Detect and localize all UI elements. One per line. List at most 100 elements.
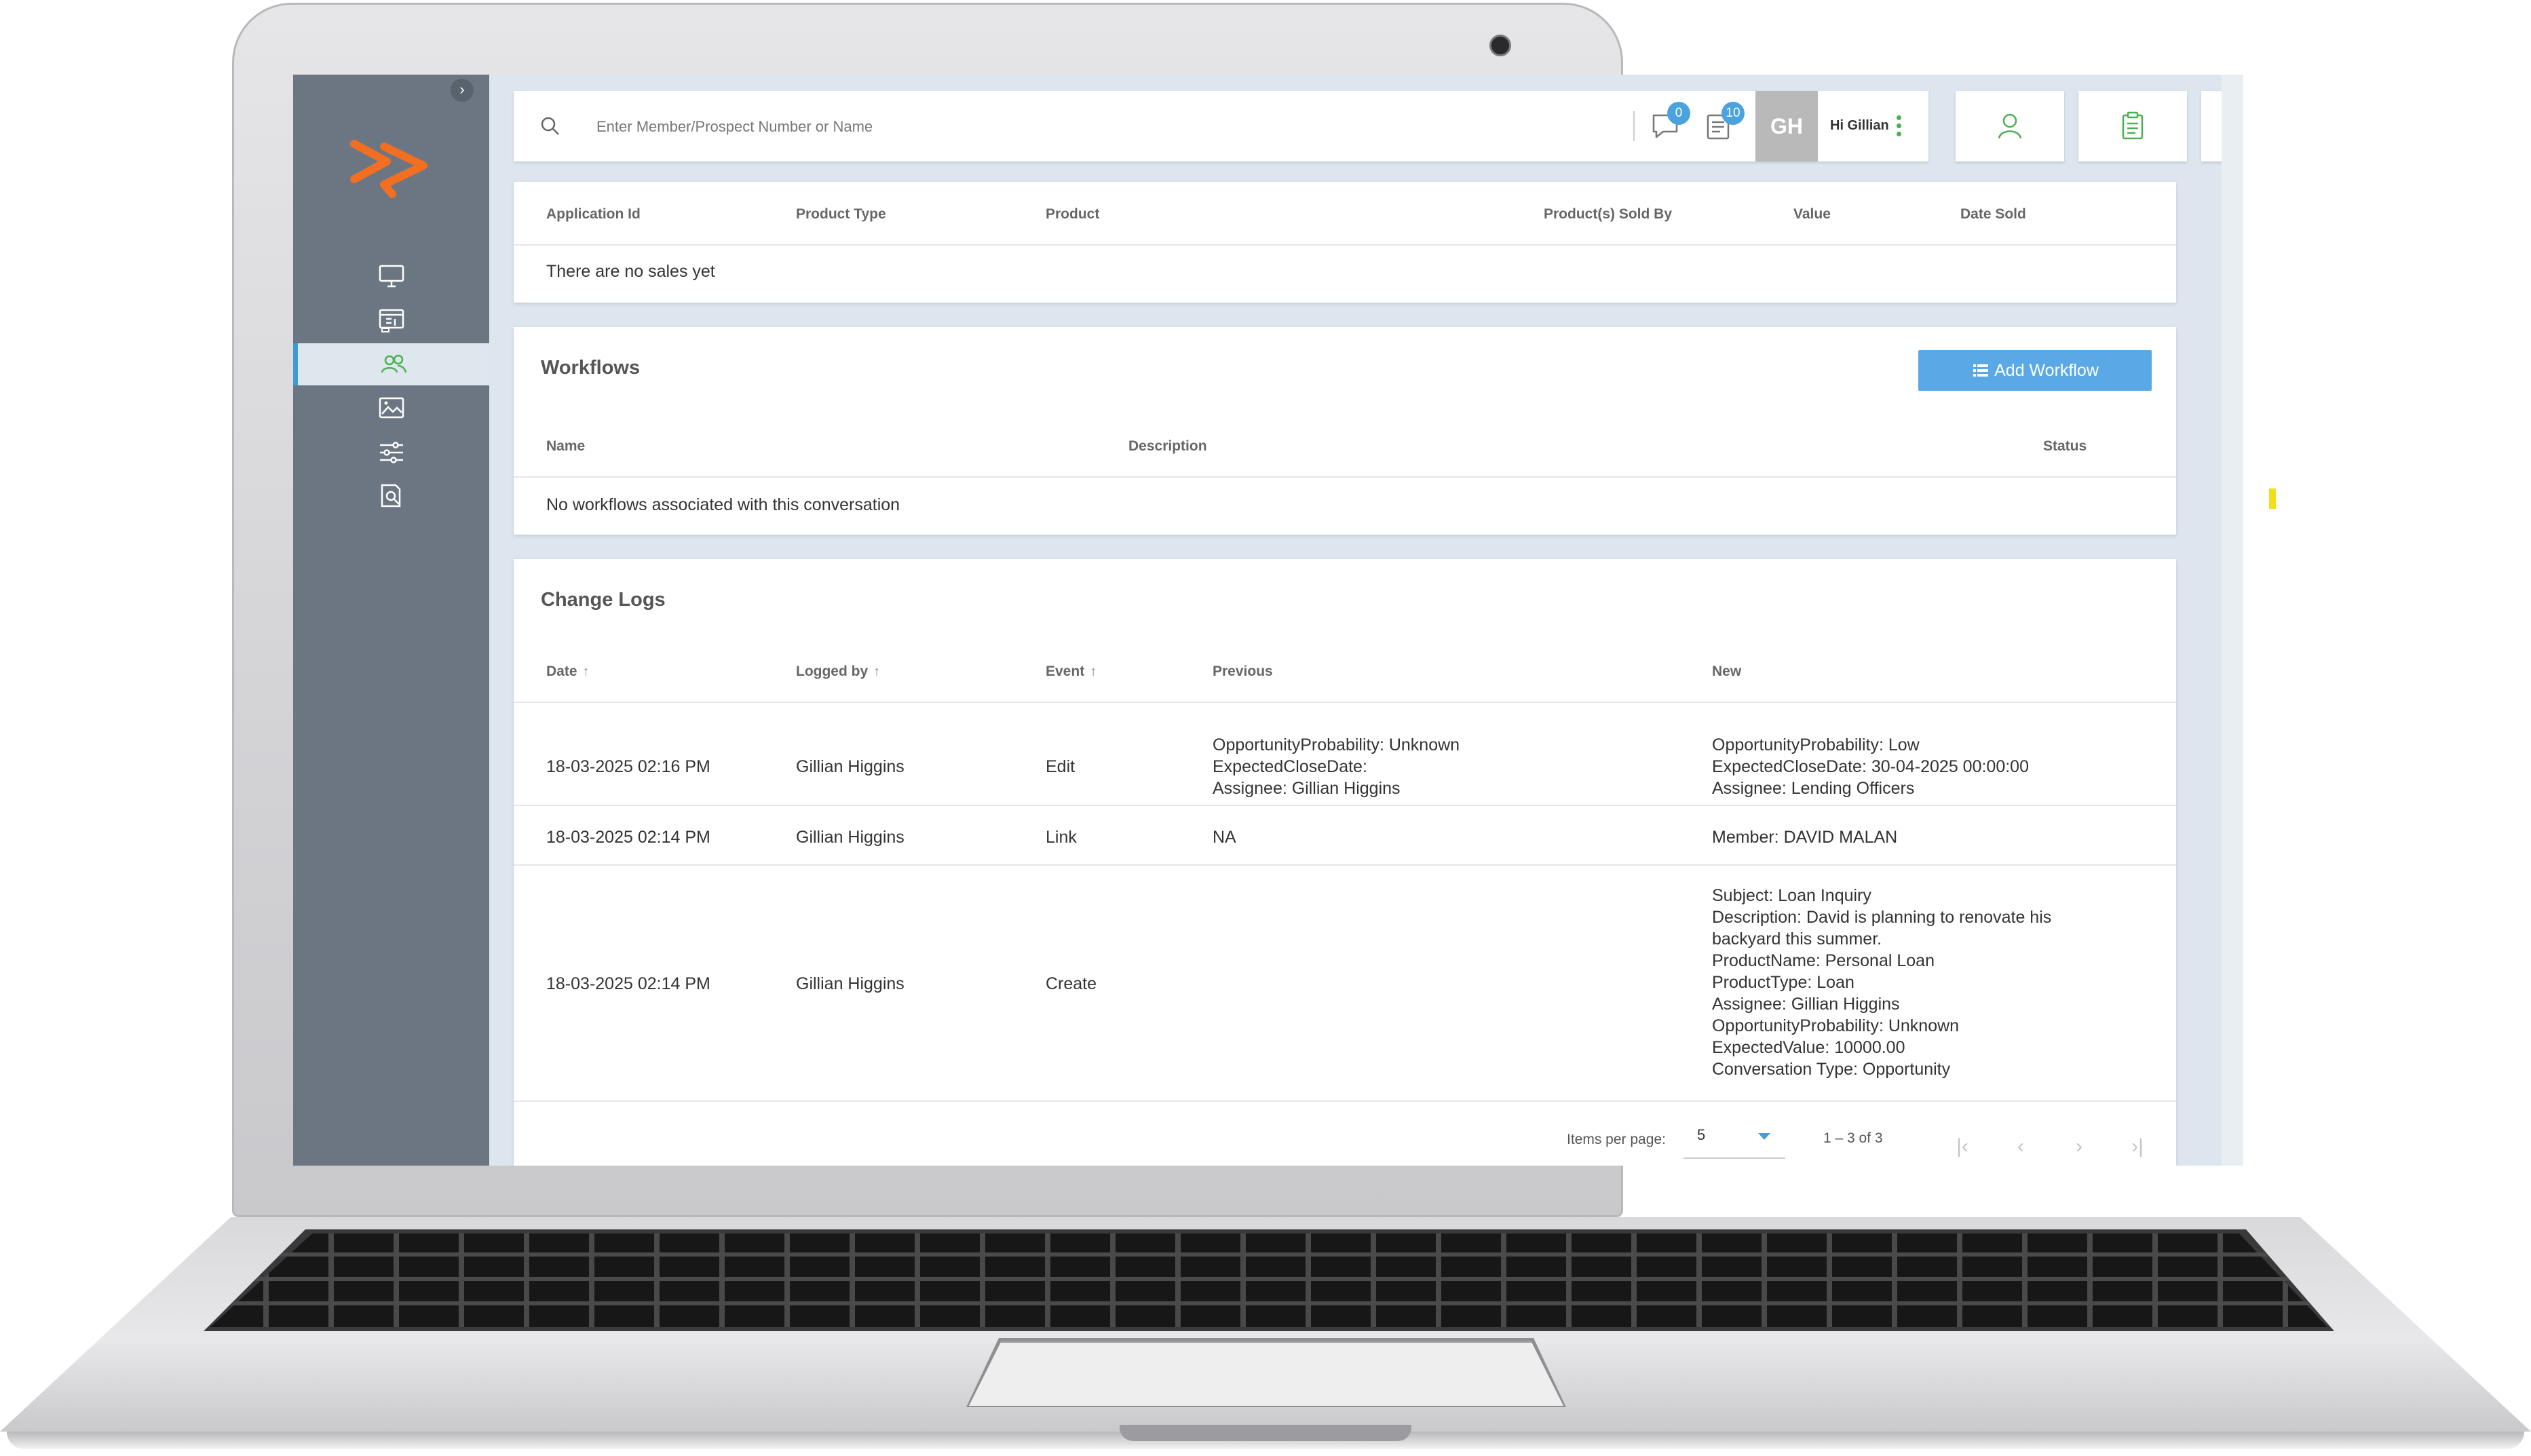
- kebab-icon[interactable]: [1897, 115, 1902, 137]
- workflows-title: Workflows: [541, 357, 641, 379]
- next-page-icon[interactable]: ›: [2064, 1132, 2094, 1162]
- page-scrollbar-track[interactable]: [2222, 75, 2243, 1166]
- monitor-icon: [379, 265, 404, 288]
- member-search-input[interactable]: [595, 110, 1548, 144]
- log-new-line: backyard this summer.: [1712, 930, 1882, 949]
- notes-quick-button[interactable]: [2078, 91, 2187, 161]
- log-new-line: ProductName: Personal Loan: [1712, 951, 1935, 970]
- brand-logo-icon: [350, 140, 427, 198]
- users-icon: [381, 354, 407, 373]
- image-chart-icon: [379, 397, 404, 419]
- log-new-line: ExpectedValue: 10000.00: [1712, 1038, 1905, 1057]
- log-logged-by: Gillian Higgins: [796, 828, 905, 847]
- workflows-card: Workflows Add Workflow Name Description …: [514, 327, 2176, 535]
- sidebar-item-reports[interactable]: [293, 387, 489, 429]
- keyboard-row-gap: [204, 1252, 2334, 1257]
- log-previous: NA: [1213, 828, 1236, 847]
- document-search-icon: [381, 484, 400, 507]
- log-event: Create: [1046, 974, 1097, 993]
- sliders-icon: [379, 442, 403, 463]
- log-new: OpportunityProbability: Low ExpectedClos…: [1712, 734, 2029, 799]
- log-new-line: OpportunityProbability: Unknown: [1712, 1016, 1960, 1035]
- divider: [514, 244, 2176, 246]
- col-logged-by-label: Logged by: [796, 664, 869, 679]
- log-new-line: Assignee: Gillian Higgins: [1712, 995, 1900, 1014]
- divider: [514, 476, 2176, 478]
- log-new-line: ProductType: Loan: [1712, 973, 1854, 992]
- log-previous-line: Assignee: Gillian Higgins: [1213, 779, 1401, 798]
- list-icon: [1973, 364, 1989, 377]
- dashboard-icon: [379, 309, 404, 332]
- log-new: Member: DAVID MALAN: [1712, 828, 1898, 847]
- dropdown-caret-icon: [1758, 1133, 1770, 1140]
- tasks-badge: 10: [1721, 102, 1745, 125]
- sidebar-item-search-documents[interactable]: [293, 476, 489, 518]
- sidebar-item-dashboard[interactable]: [293, 299, 489, 341]
- sort-arrow-icon: ↑: [873, 664, 881, 679]
- col-date-sold[interactable]: Date Sold: [1960, 206, 2026, 223]
- pagination-range: 1 – 3 of 3: [1823, 1130, 1883, 1146]
- add-workflow-button[interactable]: Add Workflow: [1918, 350, 2152, 391]
- log-new-line: ExpectedCloseDate: 30-04-2025 00:00:00: [1712, 757, 2029, 776]
- log-date: 18-03-2025 02:14 PM: [546, 828, 710, 847]
- col-name[interactable]: Name: [546, 438, 585, 455]
- sort-arrow-icon: ↑: [582, 664, 590, 679]
- col-date[interactable]: Date ↑: [546, 664, 590, 680]
- col-logged-by[interactable]: Logged by ↑: [796, 664, 880, 680]
- col-sold-by[interactable]: Product(s) Sold By: [1544, 206, 1672, 223]
- divider: [514, 805, 2176, 806]
- log-date: 18-03-2025 02:16 PM: [546, 757, 710, 776]
- log-event: Edit: [1046, 757, 1076, 776]
- workflows-empty-text: No workflows associated with this conver…: [546, 495, 900, 514]
- col-product[interactable]: Product: [1046, 206, 1099, 223]
- last-page-icon[interactable]: ›|: [2123, 1132, 2152, 1162]
- col-value[interactable]: Value: [1793, 206, 1831, 223]
- sidebar-collapse-button[interactable]: ›: [451, 79, 474, 102]
- col-date-label: Date: [546, 664, 577, 679]
- sales-card: Application Id Product Type Product Prod…: [514, 182, 2176, 303]
- search-icon[interactable]: [538, 114, 563, 138]
- clipboard-icon: [2122, 111, 2144, 140]
- avatar[interactable]: GH: [1755, 91, 1818, 161]
- divider: [514, 1100, 2176, 1102]
- log-new-line: Assignee: Lending Officers: [1712, 779, 1915, 798]
- webcam: [1489, 35, 1511, 56]
- indicator-marker: [2269, 488, 2276, 509]
- log-previous-line: ExpectedCloseDate:: [1213, 757, 1367, 776]
- items-per-page-select[interactable]: 5: [1683, 1114, 1785, 1159]
- col-event-label: Event: [1046, 664, 1085, 679]
- col-application-id[interactable]: Application Id: [546, 206, 641, 223]
- col-event[interactable]: Event ↑: [1046, 664, 1097, 680]
- change-logs-title: Change Logs: [541, 589, 666, 611]
- sort-arrow-icon: ↑: [1090, 664, 1097, 679]
- add-workflow-label: Add Workflow: [1994, 360, 2099, 380]
- contact-quick-button[interactable]: [1956, 91, 2064, 161]
- col-status[interactable]: Status: [2043, 438, 2087, 455]
- col-previous: Previous: [1213, 664, 1273, 679]
- sidebar-item-settings[interactable]: [293, 432, 489, 474]
- divider: [514, 702, 2176, 703]
- divider: [514, 864, 2176, 866]
- items-per-page-label: Items per page:: [1567, 1132, 1666, 1147]
- log-date: 18-03-2025 02:14 PM: [546, 974, 710, 993]
- previous-page-icon[interactable]: ‹: [2006, 1132, 2036, 1162]
- sidebar-item-home[interactable]: [293, 255, 489, 297]
- sidebar: ›: [293, 75, 489, 1166]
- top-bar: 0 10 GH Hi Gillian: [514, 91, 1928, 161]
- user-greeting[interactable]: Hi Gillian: [1830, 118, 1889, 134]
- log-event: Link: [1046, 828, 1077, 847]
- log-previous-line: OpportunityProbability: Unknown: [1213, 735, 1460, 754]
- keyboard-row-gap: [204, 1301, 2334, 1305]
- col-product-type[interactable]: Product Type: [796, 206, 886, 223]
- log-logged-by: Gillian Higgins: [796, 757, 905, 776]
- laptop-hinge: [1120, 1425, 1411, 1441]
- log-previous: OpportunityProbability: Unknown Expected…: [1213, 734, 1460, 799]
- change-logs-card: Change Logs Date ↑ Logged by ↑ Event ↑ Prev…: [514, 559, 2176, 1166]
- log-new-line: Subject: Loan Inquiry: [1712, 886, 1871, 905]
- log-new-line: Description: David is planning to renova…: [1712, 908, 2052, 927]
- col-description[interactable]: Description: [1128, 438, 1207, 455]
- log-new-line: Conversation Type: Opportunity: [1712, 1060, 1951, 1079]
- sidebar-item-contacts[interactable]: [293, 343, 489, 385]
- items-per-page-value: 5: [1697, 1126, 1706, 1143]
- first-page-icon[interactable]: |‹: [1947, 1132, 1977, 1162]
